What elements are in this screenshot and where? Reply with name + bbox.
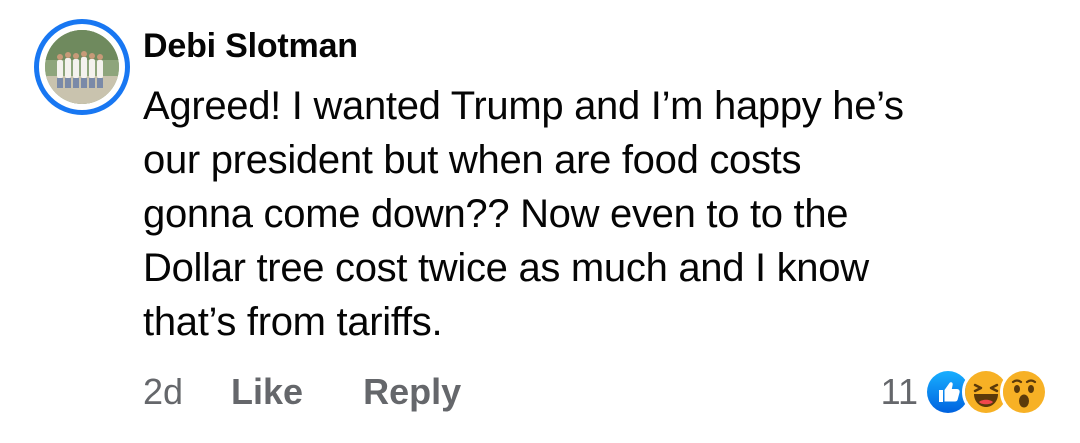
comment-text-line: Dollar tree cost twice as much and I kno… — [143, 246, 869, 290]
comment: Debi Slotman Agreed! I wanted Trump and … — [0, 0, 1080, 443]
reaction-summary[interactable]: 11 — [880, 368, 1048, 416]
avatar[interactable] — [34, 19, 130, 115]
reaction-icons — [924, 368, 1048, 416]
comment-text-line: gonna come down?? Now even to to the — [143, 192, 849, 236]
like-button[interactable]: Like — [231, 369, 303, 415]
comment-author[interactable]: Debi Slotman — [143, 26, 358, 66]
wow-icon — [1000, 368, 1048, 416]
reply-button[interactable]: Reply — [363, 369, 461, 415]
comment-timestamp[interactable]: 2d — [143, 369, 183, 415]
avatar-photo — [45, 30, 119, 104]
comment-text-line: Agreed! I wanted Trump and I’m happy he’… — [143, 84, 904, 128]
comment-actions: 2d Like Reply — [143, 369, 521, 415]
comment-text-line: that’s from tariffs. — [143, 300, 443, 344]
reaction-count: 11 — [880, 371, 918, 412]
comment-text-line: our president but when are food costs — [143, 138, 802, 182]
comment-text: Agreed! I wanted Trump and I’m happy he’… — [143, 79, 1043, 349]
